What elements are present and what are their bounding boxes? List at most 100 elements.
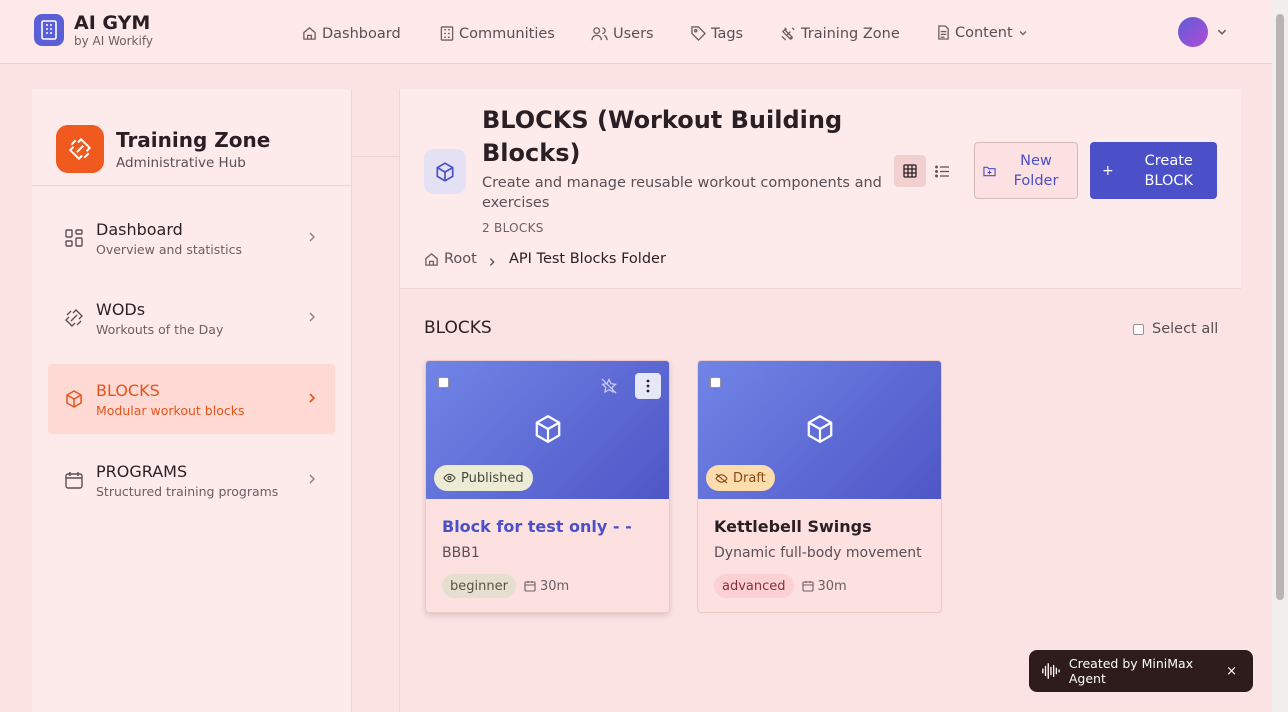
calendar-icon [65,472,83,489]
duration: 30m [801,578,847,594]
user-menu[interactable] [1178,17,1240,47]
folder-panel [352,89,400,712]
avatar [1178,17,1208,47]
nav-dashboard[interactable]: Dashboard [302,21,401,46]
breadcrumb-root[interactable]: Root [424,251,477,267]
dumbbell-icon [781,27,795,41]
nav-training-zone[interactable]: Training Zone [781,21,900,46]
more-vertical-icon [646,379,650,393]
dumbbell-icon [65,309,83,327]
brand[interactable]: AI GYM by AI Workify [34,12,153,48]
folder-panel-header [352,89,400,157]
box-icon [535,414,561,444]
card-subtitle: Dynamic full-body movement [714,545,922,561]
toast-text: Created by MiniMax Agent [1068,656,1194,686]
brand-title: AI GYM [74,12,151,34]
block-card[interactable]: Draft Kettlebell Swings Dynamic full-bod… [697,360,942,613]
duration-label: 30m [539,578,570,594]
section-title: BLOCKS [424,318,492,338]
dumbbell-icon [56,125,104,173]
chevron-right-icon [309,393,316,403]
status-badge: Draft [706,465,775,491]
status-badge: Published [434,465,533,491]
duration-label: 30m [817,578,847,594]
sidebar-item-programs[interactable]: PROGRAMS Structured training programs [48,445,335,515]
sidebar-item-label: BLOCKS [96,380,160,400]
sidebar-item-dashboard[interactable]: Dashboard Overview and statistics [48,203,335,273]
sidebar: Training Zone Administrative Hub Dashboa… [32,89,352,712]
card-cover: Draft [698,361,941,499]
select-all-checkbox[interactable] [1133,323,1144,335]
more-options-button[interactable] [635,373,661,399]
card-action-button[interactable] [868,373,894,399]
sidebar-item-blocks[interactable]: BLOCKS Modular workout blocks [48,364,335,434]
nav-content-dropdown[interactable]: Content [937,20,1028,45]
chevron-right-icon [309,312,315,322]
new-folder-label: New Folder [1013,152,1059,189]
create-block-button[interactable]: + Create BLOCK [1090,142,1217,199]
nav-users-label: Users [613,25,654,42]
box-icon [807,414,833,444]
more-options-button[interactable] [907,373,933,399]
sidebar-header: Training Zone Administrative Hub [32,89,351,186]
calendar-icon [524,581,536,592]
nav-tags[interactable]: Tags [691,21,743,46]
select-all-label: Select all [1152,321,1219,337]
folder-panel-toggle[interactable] [369,106,383,141]
nav-tags-label: Tags [711,25,744,42]
chevron-down-icon [1019,30,1027,35]
nav-users[interactable]: Users [591,21,654,46]
select-all[interactable]: Select all [1133,321,1218,337]
breadcrumb-current-label: API Test Blocks Folder [509,251,666,267]
nav-dashboard-label: Dashboard [322,25,401,42]
nav-communities[interactable]: Communities [440,21,555,46]
nav-content-label: Content [955,24,1013,41]
waveform-icon [1042,663,1060,679]
unpublish-button[interactable] [596,373,622,399]
sidebar-item-desc: Modular workout blocks [96,402,245,418]
chevron-right-icon [489,258,495,266]
blocks-count: 2 BLOCKS [482,221,544,235]
card-checkbox[interactable] [710,377,721,388]
nav-communities-label: Communities [459,25,555,42]
sidebar-item-desc: Workouts of the Day [96,321,224,337]
card-title[interactable]: Kettlebell Swings [714,517,925,536]
users-icon [591,27,608,41]
home-icon [425,252,438,266]
blocks-content: BLOCKS Select all Published Block for te… [400,290,1241,712]
page-header: BLOCKS (Workout Building Blocks) Create … [400,89,1241,289]
sidebar-item-desc: Overview and statistics [96,241,243,257]
sidebar-item-desc: Structured training programs [96,483,279,499]
grid-icon [903,164,917,178]
brand-subtitle: by AI Workify [74,34,153,48]
sidebar-item-wods[interactable]: WODs Workouts of the Day [48,283,335,353]
create-block-label: Create BLOCK [1144,152,1194,189]
plus-icon: + [1102,162,1114,179]
grid-view-button[interactable] [894,155,926,187]
level-badge: beginner [442,574,516,598]
chevron-right-icon [309,232,315,242]
list-view-button[interactable] [926,155,958,187]
building-icon [440,26,454,41]
grid-icon [65,229,83,247]
card-cover: Published [426,361,669,499]
list-icon [934,165,949,177]
chevron-down-icon [1217,29,1227,35]
nav-training-zone-label: Training Zone [801,25,900,42]
chevron-right-icon [309,474,315,484]
breadcrumb-root-label: Root [444,251,477,267]
folder-plus-icon [983,166,996,176]
star-off-icon [601,378,617,394]
card-checkbox[interactable] [438,377,449,388]
new-folder-button[interactable]: New Folder [974,142,1078,199]
building-icon [34,14,64,46]
box-icon [424,149,466,194]
scrollbar-thumb[interactable] [1276,14,1284,600]
block-card[interactable]: Published Block for test only - - BBB1 b… [425,360,670,613]
breadcrumb-current[interactable]: API Test Blocks Folder [509,251,666,267]
box-icon [66,390,82,408]
card-subtitle: BBB1 [442,545,480,561]
sidebar-subtitle: Administrative Hub [116,154,246,171]
close-icon[interactable]: × [1226,664,1237,679]
card-title[interactable]: Block for test only - - [442,517,653,536]
